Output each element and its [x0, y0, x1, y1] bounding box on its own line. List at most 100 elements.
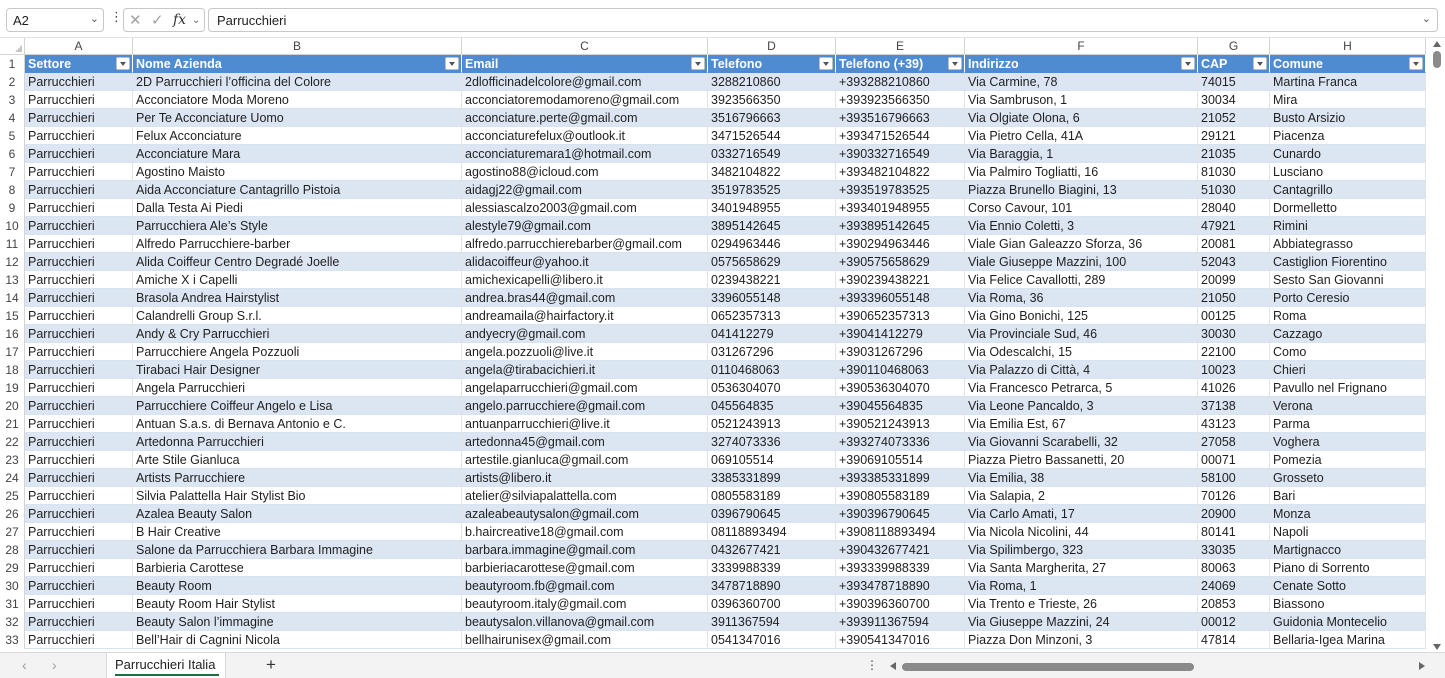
column-header[interactable]: G — [1198, 38, 1270, 55]
table-cell[interactable]: 00125 — [1198, 307, 1270, 325]
table-cell[interactable]: 28040 — [1198, 199, 1270, 217]
table-cell[interactable]: 069105514 — [708, 451, 836, 469]
table-cell[interactable]: 3482104822 — [708, 163, 836, 181]
table-cell[interactable]: Viale Giuseppe Mazzini, 100 — [965, 253, 1198, 271]
table-cell[interactable]: Parrucchieri — [25, 199, 133, 217]
table-cell[interactable]: +393482104822 — [836, 163, 965, 181]
table-cell[interactable]: Parrucchieri — [25, 559, 133, 577]
table-cell[interactable]: Piazza Pietro Bassanetti, 20 — [965, 451, 1198, 469]
filter-dropdown-icon[interactable] — [1409, 57, 1423, 70]
table-cell[interactable]: +393288210860 — [836, 73, 965, 91]
table-cell[interactable]: 10023 — [1198, 361, 1270, 379]
table-cell[interactable]: Via Francesco Petrarca, 5 — [965, 379, 1198, 397]
row-header[interactable]: 28 — [0, 541, 25, 559]
table-cell[interactable]: Azalea Beauty Salon — [133, 505, 462, 523]
table-cell[interactable]: 43123 — [1198, 415, 1270, 433]
chevron-down-icon[interactable]: ⌄ — [192, 15, 200, 26]
column-header[interactable]: F — [965, 38, 1198, 55]
filter-dropdown-icon[interactable] — [116, 57, 130, 70]
row-header[interactable]: 22 — [0, 433, 25, 451]
table-cell[interactable]: Via Felice Cavallotti, 289 — [965, 271, 1198, 289]
table-cell[interactable]: 30034 — [1198, 91, 1270, 109]
table-cell[interactable]: barbieriacarottese@gmail.com — [462, 559, 708, 577]
row-header[interactable]: 12 — [0, 253, 25, 271]
table-cell[interactable]: +393385331899 — [836, 469, 965, 487]
table-cell[interactable]: Guidonia Montecelio — [1270, 613, 1426, 631]
confirm-icon[interactable]: ✓ — [151, 11, 164, 29]
table-cell[interactable]: 20853 — [1198, 595, 1270, 613]
table-cell[interactable]: Parrucchieri — [25, 595, 133, 613]
table-cell[interactable]: Como — [1270, 343, 1426, 361]
table-cell[interactable]: alfredo.parrucchierebarber@gmail.com — [462, 235, 708, 253]
table-cell[interactable]: Acconciature Mara — [133, 145, 462, 163]
scroll-left-icon[interactable] — [890, 662, 896, 670]
table-cell[interactable]: Agostino Maisto — [133, 163, 462, 181]
table-cell[interactable]: Acconciatore Moda Moreno — [133, 91, 462, 109]
row-header[interactable]: 20 — [0, 397, 25, 415]
row-header[interactable]: 21 — [0, 415, 25, 433]
row-header[interactable]: 6 — [0, 145, 25, 163]
table-cell[interactable]: aidagj22@gmail.com — [462, 181, 708, 199]
table-cell[interactable]: Parrucchieri — [25, 631, 133, 649]
table-cell[interactable]: 2dlofficinadelcolore@gmail.com — [462, 73, 708, 91]
table-cell[interactable]: 031267296 — [708, 343, 836, 361]
insert-function-icon[interactable]: fx — [173, 12, 186, 28]
table-cell[interactable]: Mira — [1270, 91, 1426, 109]
sheet-tab-active[interactable]: Parrucchieri Italia — [106, 653, 226, 678]
table-cell[interactable]: Cazzago — [1270, 325, 1426, 343]
table-cell[interactable]: Bell’Hair di Cagnini Nicola — [133, 631, 462, 649]
table-header-cell[interactable]: Settore — [25, 55, 133, 73]
row-header[interactable]: 33 — [0, 631, 25, 649]
table-cell[interactable]: Parrucchieri — [25, 163, 133, 181]
table-cell[interactable]: 21052 — [1198, 109, 1270, 127]
table-cell[interactable]: +390396360700 — [836, 595, 965, 613]
name-box[interactable]: A2 ⌄ — [6, 8, 104, 32]
table-cell[interactable]: Parrucchieri — [25, 397, 133, 415]
row-header[interactable]: 23 — [0, 451, 25, 469]
row-header[interactable]: 31 — [0, 595, 25, 613]
table-cell[interactable]: 3385331899 — [708, 469, 836, 487]
table-cell[interactable]: 52043 — [1198, 253, 1270, 271]
table-cell[interactable]: Via Ennio Coletti, 3 — [965, 217, 1198, 235]
table-cell[interactable]: Via Sambruson, 1 — [965, 91, 1198, 109]
table-cell[interactable]: Via Leone Pancaldo, 3 — [965, 397, 1198, 415]
table-header-cell[interactable]: Comune — [1270, 55, 1426, 73]
table-cell[interactable]: Voghera — [1270, 433, 1426, 451]
table-cell[interactable]: Via Palazzo di Città, 4 — [965, 361, 1198, 379]
table-cell[interactable]: Aida Acconciature Cantagrillo Pistoia — [133, 181, 462, 199]
table-cell[interactable]: 24069 — [1198, 577, 1270, 595]
table-cell[interactable]: Via Salapia, 2 — [965, 487, 1198, 505]
table-cell[interactable]: Via Nicola Nicolini, 44 — [965, 523, 1198, 541]
table-cell[interactable]: andyecry@gmail.com — [462, 325, 708, 343]
table-cell[interactable]: Dalla Testa Ai Piedi — [133, 199, 462, 217]
table-cell[interactable]: 51030 — [1198, 181, 1270, 199]
column-header[interactable]: B — [133, 38, 462, 55]
column-header[interactable]: H — [1270, 38, 1426, 55]
table-cell[interactable]: Andy & Cry Parrucchieri — [133, 325, 462, 343]
table-cell[interactable]: Parrucchieri — [25, 127, 133, 145]
expand-formula-icon[interactable]: ⌄ — [1422, 12, 1431, 25]
table-cell[interactable]: Parrucchieri — [25, 487, 133, 505]
table-cell[interactable]: Via Trento e Trieste, 26 — [965, 595, 1198, 613]
table-cell[interactable]: +390110468063 — [836, 361, 965, 379]
table-cell[interactable]: alidacoiffeur@yahoo.it — [462, 253, 708, 271]
table-cell[interactable]: Piacenza — [1270, 127, 1426, 145]
table-cell[interactable]: Martignacco — [1270, 541, 1426, 559]
table-cell[interactable]: Via Provinciale Sud, 46 — [965, 325, 1198, 343]
row-header[interactable]: 11 — [0, 235, 25, 253]
table-cell[interactable]: +390332716549 — [836, 145, 965, 163]
table-cell[interactable]: angelaparrucchieri@gmail.com — [462, 379, 708, 397]
vertical-scrollbar[interactable] — [1430, 38, 1445, 652]
table-header-cell[interactable]: Indirizzo — [965, 55, 1198, 73]
row-header[interactable]: 18 — [0, 361, 25, 379]
table-cell[interactable]: Tirabaci Hair Designer — [133, 361, 462, 379]
row-header[interactable]: 26 — [0, 505, 25, 523]
table-cell[interactable]: Artists Parrucchiere — [133, 469, 462, 487]
row-header[interactable]: 3 — [0, 91, 25, 109]
table-cell[interactable]: Martina Franca — [1270, 73, 1426, 91]
table-cell[interactable]: atelier@silviapalattella.com — [462, 487, 708, 505]
table-cell[interactable]: angela@tirabacichieri.it — [462, 361, 708, 379]
filter-dropdown-icon[interactable] — [691, 57, 705, 70]
table-cell[interactable]: 81030 — [1198, 163, 1270, 181]
table-cell[interactable]: Barbieria Carottese — [133, 559, 462, 577]
